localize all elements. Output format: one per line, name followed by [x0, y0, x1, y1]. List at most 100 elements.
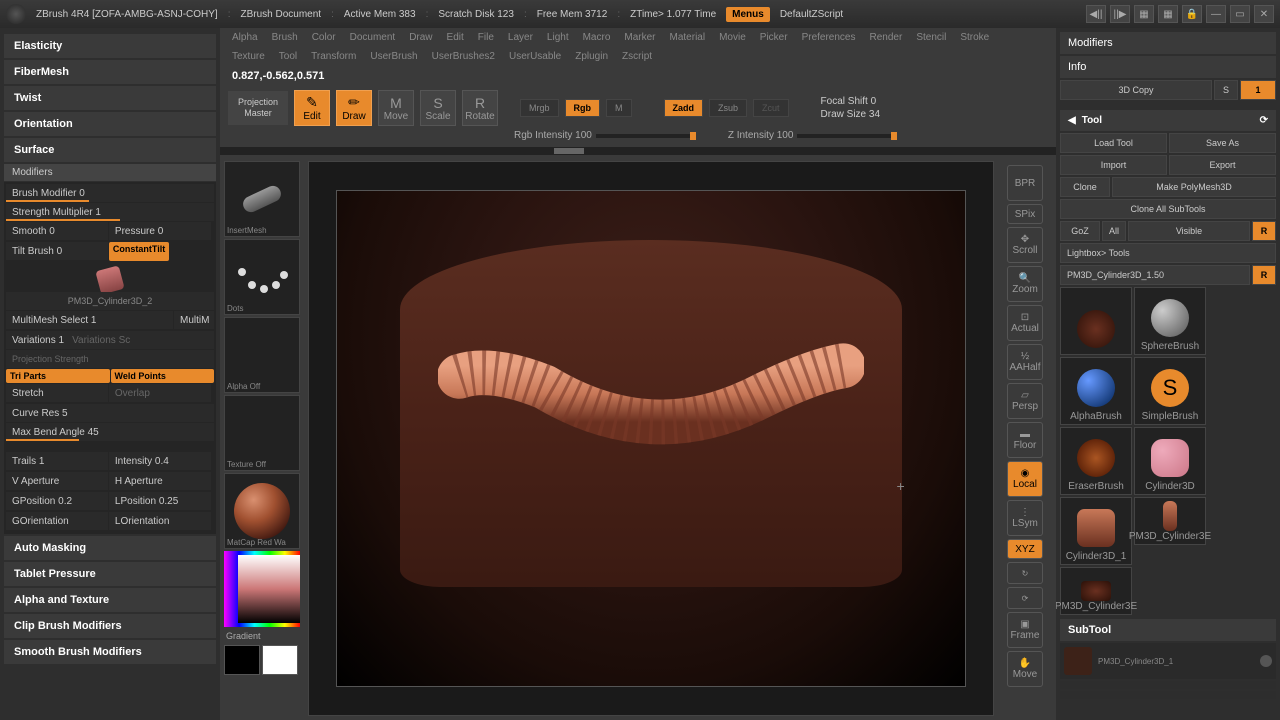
- menu-stencil[interactable]: Stencil: [916, 32, 946, 43]
- menu-tool[interactable]: Tool: [279, 51, 297, 62]
- menu-color[interactable]: Color: [312, 32, 336, 43]
- spix-button[interactable]: SPix: [1007, 204, 1043, 224]
- load-tool-button[interactable]: Load Tool: [1060, 133, 1167, 153]
- z-intensity-slider[interactable]: [797, 134, 897, 138]
- zcut-toggle[interactable]: Zcut: [753, 99, 789, 117]
- color-picker[interactable]: [224, 551, 300, 627]
- export-button[interactable]: Export: [1169, 155, 1276, 175]
- floor-button[interactable]: ▬Floor: [1007, 422, 1043, 458]
- nav-left-icon[interactable]: ◀||: [1086, 5, 1106, 23]
- scale-mode-button[interactable]: SScale: [420, 90, 456, 126]
- subtool-item[interactable]: PM3D_Cylinder3D_1: [1060, 643, 1276, 679]
- lightbox-tools[interactable]: Lightbox> Tools: [1060, 243, 1276, 263]
- menu-marker[interactable]: Marker: [624, 32, 655, 43]
- one-button[interactable]: 1: [1240, 80, 1276, 100]
- menu-edit[interactable]: Edit: [447, 32, 464, 43]
- bpr-button[interactable]: BPR: [1007, 165, 1043, 201]
- multimesh-select[interactable]: MultiMesh Select 1: [6, 311, 173, 329]
- stretch-button[interactable]: Stretch: [6, 384, 108, 402]
- v-aperture[interactable]: V Aperture: [6, 472, 108, 490]
- auto-masking-section[interactable]: Auto Masking: [4, 536, 216, 560]
- tablet-pressure-section[interactable]: Tablet Pressure: [4, 562, 216, 586]
- clone-all-button[interactable]: Clone All SubTools: [1060, 199, 1276, 219]
- rotate-mode-button[interactable]: RRotate: [462, 90, 498, 126]
- horizontal-scrollbar[interactable]: [220, 147, 1056, 155]
- import-button[interactable]: Import: [1060, 155, 1167, 175]
- copy3d-button[interactable]: 3D Copy: [1060, 80, 1212, 100]
- surface-section[interactable]: Surface: [4, 138, 216, 162]
- weld-points-toggle[interactable]: Weld Points: [111, 369, 215, 383]
- edit-mode-button[interactable]: ✎Edit: [294, 90, 330, 126]
- draw-mode-button[interactable]: ✏Draw: [336, 90, 372, 126]
- matcap-thumb[interactable]: MatCap Red Wa: [224, 473, 300, 549]
- pressure-slider[interactable]: Pressure 0: [109, 222, 211, 240]
- menu-userbrushes2[interactable]: UserBrushes2: [432, 51, 495, 62]
- menu-preferences[interactable]: Preferences: [802, 32, 856, 43]
- xyz-button[interactable]: XYZ: [1007, 539, 1043, 559]
- visible-button[interactable]: Visible: [1128, 221, 1250, 241]
- nav-right-icon[interactable]: ||▶: [1110, 5, 1130, 23]
- elasticity-section[interactable]: Elasticity: [4, 34, 216, 58]
- all-button[interactable]: All: [1102, 221, 1126, 241]
- close-button[interactable]: ✕: [1254, 5, 1274, 23]
- r2-button[interactable]: R: [1252, 265, 1276, 285]
- swatch-white[interactable]: [262, 645, 298, 675]
- l-orientation[interactable]: LOrientation: [109, 512, 211, 530]
- brush-cylinder1[interactable]: Cylinder3D_1: [1060, 497, 1132, 565]
- intensity-slider[interactable]: Intensity 0.4: [109, 452, 211, 470]
- actual-button[interactable]: ⊡Actual: [1007, 305, 1043, 341]
- menu-stroke[interactable]: Stroke: [960, 32, 989, 43]
- menu-file[interactable]: File: [478, 32, 494, 43]
- local-button[interactable]: ◉Local: [1007, 461, 1043, 497]
- g-orientation[interactable]: GOrientation: [6, 512, 108, 530]
- rgb-toggle[interactable]: Rgb: [565, 99, 601, 117]
- frame-button[interactable]: ▣Frame: [1007, 612, 1043, 648]
- menu-material[interactable]: Material: [670, 32, 706, 43]
- subtool-header[interactable]: SubTool: [1060, 619, 1276, 641]
- alpha-texture-section[interactable]: Alpha and Texture: [4, 588, 216, 612]
- menus-button[interactable]: Menus: [726, 7, 770, 22]
- scroll-button[interactable]: ✥Scroll: [1007, 227, 1043, 263]
- menu-transform[interactable]: Transform: [311, 51, 356, 62]
- brush-pm2[interactable]: PM3D_Cylinder3E: [1060, 567, 1132, 615]
- alpha-thumb[interactable]: Alpha Off: [224, 317, 300, 393]
- minimize-button[interactable]: —: [1206, 5, 1226, 23]
- win-btn-2[interactable]: ▦: [1158, 5, 1178, 23]
- multim-button[interactable]: MultiM: [174, 311, 214, 329]
- modifiers-header[interactable]: Modifiers: [4, 164, 216, 181]
- texture-thumb[interactable]: Texture Off: [224, 395, 300, 471]
- overlap-button[interactable]: Overlap: [109, 384, 211, 402]
- menu-picker[interactable]: Picker: [760, 32, 788, 43]
- twist-section[interactable]: Twist: [4, 86, 216, 110]
- orientation-section[interactable]: Orientation: [4, 112, 216, 136]
- make-polymesh-button[interactable]: Make PolyMesh3D: [1112, 177, 1276, 197]
- projection-strength[interactable]: Projection Strength: [6, 350, 214, 368]
- trails-slider[interactable]: Trails 1: [6, 452, 108, 470]
- maximize-button[interactable]: ▭: [1230, 5, 1250, 23]
- menu-userusable[interactable]: UserUsable: [509, 51, 561, 62]
- eye-icon[interactable]: [1260, 655, 1272, 667]
- brush-modifier-slider[interactable]: Brush Modifier 0: [6, 184, 214, 202]
- zsub-toggle[interactable]: Zsub: [709, 99, 747, 117]
- constant-tilt-toggle[interactable]: ConstantTilt: [109, 242, 169, 261]
- brush-alpha[interactable]: AlphaBrush: [1060, 357, 1132, 425]
- swatch-black[interactable]: [224, 645, 260, 675]
- zadd-toggle[interactable]: Zadd: [664, 99, 704, 117]
- goz-button[interactable]: GoZ: [1060, 221, 1100, 241]
- tilt-brush-slider[interactable]: Tilt Brush 0: [6, 242, 108, 260]
- menu-render[interactable]: Render: [870, 32, 903, 43]
- lsym-button[interactable]: ⋮LSym: [1007, 500, 1043, 536]
- brush-simple[interactable]: SSimpleBrush: [1134, 357, 1206, 425]
- h-aperture[interactable]: H Aperture: [109, 472, 211, 490]
- win-btn-1[interactable]: ▦: [1134, 5, 1154, 23]
- menu-layer[interactable]: Layer: [508, 32, 533, 43]
- viewport-canvas[interactable]: +: [308, 161, 994, 716]
- menu-document[interactable]: Document: [350, 32, 396, 43]
- rp-modifiers[interactable]: Modifiers: [1060, 32, 1276, 54]
- zoom-button[interactable]: 🔍Zoom: [1007, 266, 1043, 302]
- curve-res-slider[interactable]: Curve Res 5: [6, 404, 214, 422]
- rot-y-button[interactable]: ↻: [1007, 562, 1043, 584]
- lock-icon[interactable]: 🔒: [1182, 5, 1202, 23]
- aahalf-button[interactable]: ½AAHalf: [1007, 344, 1043, 380]
- menu-macro[interactable]: Macro: [583, 32, 611, 43]
